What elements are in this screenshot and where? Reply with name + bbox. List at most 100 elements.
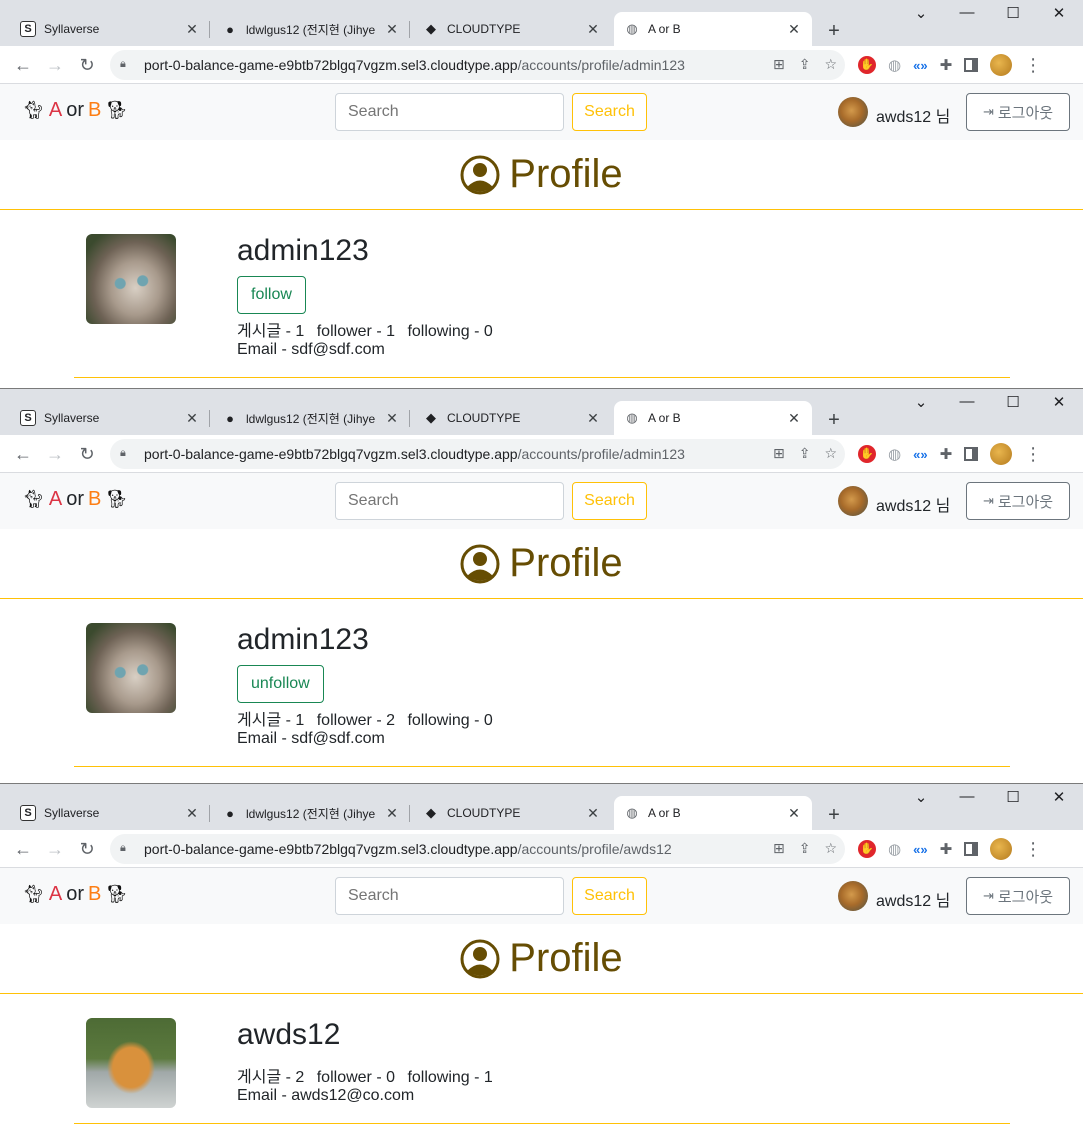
tab-syllaverse[interactable]: S Syllaverse ✕ [10,12,210,46]
username-label[interactable]: awds12 님 [876,887,950,911]
extension-icon[interactable]: «» [913,58,927,73]
window-close-button[interactable]: ✕ [1036,788,1082,806]
chevron-down-icon[interactable]: ⌄ [898,393,944,411]
tab-syllaverse[interactable]: S Syllaverse ✕ [10,401,210,435]
kebab-menu-icon[interactable]: ⋮ [1024,444,1042,465]
translate-icon[interactable]: ⊞ [773,840,785,857]
side-panel-icon[interactable] [964,842,979,856]
tab-cloudtype[interactable]: ◆ CLOUDTYPE ✕ [413,12,611,46]
extension-icon[interactable]: «» [913,842,927,857]
tab-syllaverse[interactable]: S Syllaverse ✕ [10,796,210,830]
forward-arrow-icon[interactable]: → [44,838,66,860]
puzzle-icon[interactable]: ✚ [940,445,953,463]
tab-github[interactable]: ● ldwlgus12 (전지현 (Jihye ✕ [212,401,410,435]
window-close-button[interactable]: ✕ [1036,4,1082,22]
close-icon[interactable]: ✕ [585,805,601,822]
search-input[interactable] [335,482,564,520]
kebab-menu-icon[interactable]: ⋮ [1024,839,1042,860]
adblock-extension-icon[interactable]: ✋ [858,445,876,463]
puzzle-icon[interactable]: ✚ [940,56,953,74]
close-icon[interactable]: ✕ [786,21,802,38]
maximize-button[interactable]: ☐ [990,4,1036,22]
tab-a-or-b[interactable]: ◍ A or B ✕ [614,12,812,46]
minimize-button[interactable]: — [944,393,990,410]
profile-avatar-icon[interactable] [990,443,1013,465]
adblock-extension-icon[interactable]: ✋ [858,56,876,74]
globe-extension-icon[interactable]: ◍ [888,56,901,74]
new-tab-button[interactable]: + [820,17,848,45]
share-icon[interactable]: ⇪ [799,840,811,857]
tab-github[interactable]: ● ldwlgus12 (전지현 (Jihye ✕ [212,12,410,46]
side-panel-icon[interactable] [964,58,979,72]
unfollow-button[interactable]: unfollow [237,665,324,703]
username-label[interactable]: awds12 님 [876,492,950,516]
tab-github[interactable]: ● ldwlgus12 (전지현 (Jihye ✕ [212,796,410,830]
search-input[interactable] [335,877,564,915]
extension-icon[interactable]: «» [913,447,927,462]
avatar[interactable] [838,881,868,911]
star-icon[interactable]: ☆ [824,56,837,73]
minimize-button[interactable]: — [944,4,990,21]
close-icon[interactable]: ✕ [384,410,400,427]
forward-arrow-icon[interactable]: → [44,54,66,76]
search-button[interactable]: Search [572,482,647,520]
brand-logo[interactable]: 🐈︎ A or B 🐕︎ [22,488,128,511]
star-icon[interactable]: ☆ [824,445,837,462]
close-icon[interactable]: ✕ [786,805,802,822]
tab-cloudtype[interactable]: ◆ CLOUDTYPE ✕ [413,401,611,435]
tab-a-or-b[interactable]: ◍ A or B ✕ [614,796,812,830]
profile-avatar-icon[interactable] [990,838,1013,860]
logout-button[interactable]: ⇥ 로그아웃 [966,482,1070,520]
brand-logo[interactable]: 🐈︎ A or B 🐕︎ [22,883,128,906]
close-icon[interactable]: ✕ [786,410,802,427]
avatar[interactable] [838,486,868,516]
follow-button[interactable]: follow [237,276,306,314]
chevron-down-icon[interactable]: ⌄ [898,788,944,806]
tab-cloudtype[interactable]: ◆ CLOUDTYPE ✕ [413,796,611,830]
close-icon[interactable]: ✕ [585,410,601,427]
search-input[interactable] [335,93,564,131]
search-button[interactable]: Search [572,877,647,915]
back-arrow-icon[interactable]: ← [12,54,34,76]
adblock-extension-icon[interactable]: ✋ [858,840,876,858]
reload-icon[interactable]: ↻ [76,54,98,76]
tab-a-or-b[interactable]: ◍ A or B ✕ [614,401,812,435]
chevron-down-icon[interactable]: ⌄ [898,4,944,22]
globe-extension-icon[interactable]: ◍ [888,840,901,858]
puzzle-icon[interactable]: ✚ [940,840,953,858]
share-icon[interactable]: ⇪ [799,445,811,462]
avatar[interactable] [838,97,868,127]
maximize-button[interactable]: ☐ [990,788,1036,806]
profile-avatar-icon[interactable] [990,54,1013,76]
close-icon[interactable]: ✕ [184,21,200,38]
address-bar[interactable]: 🔒︎ port-0-balance-game-e9btb72blgq7vgzm.… [110,834,845,864]
maximize-button[interactable]: ☐ [990,393,1036,411]
search-button[interactable]: Search [572,93,647,131]
forward-arrow-icon[interactable]: → [44,443,66,465]
logout-button[interactable]: ⇥ 로그아웃 [966,877,1070,915]
close-icon[interactable]: ✕ [184,410,200,427]
window-close-button[interactable]: ✕ [1036,393,1082,411]
share-icon[interactable]: ⇪ [799,56,811,73]
new-tab-button[interactable]: + [820,406,848,434]
side-panel-icon[interactable] [964,447,979,461]
minimize-button[interactable]: — [944,788,990,805]
translate-icon[interactable]: ⊞ [773,56,785,73]
close-icon[interactable]: ✕ [585,21,601,38]
translate-icon[interactable]: ⊞ [773,445,785,462]
reload-icon[interactable]: ↻ [76,838,98,860]
username-label[interactable]: awds12 님 [876,103,950,127]
close-icon[interactable]: ✕ [384,21,400,38]
kebab-menu-icon[interactable]: ⋮ [1024,55,1042,76]
brand-logo[interactable]: 🐈︎ A or B 🐕︎ [22,99,128,122]
back-arrow-icon[interactable]: ← [12,838,34,860]
back-arrow-icon[interactable]: ← [12,443,34,465]
logout-button[interactable]: ⇥ 로그아웃 [966,93,1070,131]
reload-icon[interactable]: ↻ [76,443,98,465]
star-icon[interactable]: ☆ [824,840,837,857]
close-icon[interactable]: ✕ [384,805,400,822]
globe-extension-icon[interactable]: ◍ [888,445,901,463]
address-bar[interactable]: 🔒︎ port-0-balance-game-e9btb72blgq7vgzm.… [110,50,845,80]
address-bar[interactable]: 🔒︎ port-0-balance-game-e9btb72blgq7vgzm.… [110,439,845,469]
close-icon[interactable]: ✕ [184,805,200,822]
